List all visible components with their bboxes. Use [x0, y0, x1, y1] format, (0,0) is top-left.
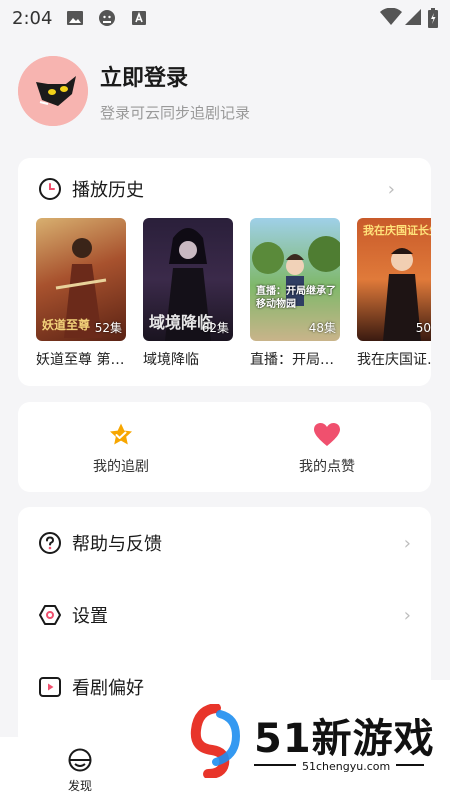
image-notification-icon [66, 9, 84, 27]
menu-item-help-feedback[interactable]: 帮助与反馈 › [38, 523, 411, 563]
poster-title-art: 直播：开局继承了移动物园 [256, 286, 336, 310]
episode-count: 52集 [94, 321, 122, 335]
my-likes-label: 我的点赞 [299, 459, 355, 475]
chevron-right-icon: › [403, 604, 411, 626]
history-item[interactable]: 域境降临 62集 域境降临 [143, 218, 233, 369]
watermark-logo [190, 704, 241, 778]
menu-label: 看剧偏好 [72, 678, 144, 699]
history-item-title: 妖道至尊 第… [36, 352, 125, 368]
poster-title-art: 妖道至尊 [42, 318, 91, 332]
episode-count: 48集 [308, 321, 336, 335]
wifi-icon [380, 7, 402, 26]
discover-icon [68, 748, 92, 772]
star-icon [110, 423, 132, 445]
menu-item-settings[interactable]: 设置 › [38, 595, 411, 635]
my-follows-button[interactable]: 我的追剧 [61, 422, 181, 476]
menu-label: 帮助与反馈 [72, 534, 162, 555]
play-history-list: 妖道至尊 52集 妖道至尊 第… 域境降临 62集 域境降临 直播：开局继承了移… [36, 218, 431, 378]
chevron-right-icon: › [387, 178, 395, 200]
history-item-title: 直播：开局… [250, 352, 334, 368]
history-item[interactable]: 我在庆国证长生 50集 我在庆国证… [357, 218, 431, 369]
drama-poster[interactable]: 域境降临 62集 [143, 218, 233, 341]
drama-poster[interactable]: 妖道至尊 52集 [36, 218, 126, 341]
login-title[interactable]: 立即登录 [100, 60, 250, 92]
history-item-title: 域境降临 [143, 352, 199, 368]
watermark-brand: 51新游戏 [254, 716, 435, 762]
episode-count: 50集 [415, 321, 431, 335]
avatar[interactable] [18, 56, 88, 126]
history-item-title: 我在庆国证… [357, 352, 431, 368]
settings-hexagon-icon [39, 605, 61, 625]
play-video-icon [39, 677, 61, 697]
my-likes-button[interactable]: 我的点赞 [267, 422, 387, 476]
status-time: 2:04 [12, 7, 53, 29]
chevron-right-icon: › [403, 532, 411, 554]
nav-tab-discover[interactable]: 发现 [55, 747, 105, 794]
login-subtitle: 登录可云同步追剧记录 [100, 103, 251, 122]
site-watermark: 51新游戏 51chengyu.com [168, 680, 450, 800]
quick-actions-card: 我的追剧 我的点赞 [18, 402, 431, 492]
play-history-card: 播放历史 › 妖道至尊 52集 妖道至尊 第… 域境降临 62集 域境降临 直播… [18, 158, 431, 386]
help-icon [39, 532, 61, 554]
clock-icon [39, 178, 61, 200]
login-profile-header[interactable]: 立即登录 登录可云同步追剧记录 [18, 56, 250, 126]
cat-avatar-icon [18, 56, 88, 126]
episode-count: 62集 [201, 321, 229, 335]
play-history-header[interactable]: 播放历史 › [38, 176, 411, 202]
android-robot-icon [98, 9, 116, 27]
play-history-title: 播放历史 [72, 180, 144, 201]
nav-label-discover: 发现 [67, 779, 92, 793]
history-item[interactable]: 直播：开局继承了移动物园 48集 直播：开局… [250, 218, 340, 369]
heart-icon [314, 423, 340, 446]
battery-charging-icon [428, 8, 438, 28]
text-notification-icon [130, 9, 148, 27]
my-follows-label: 我的追剧 [93, 459, 149, 475]
drama-poster[interactable]: 直播：开局继承了移动物园 48集 [250, 218, 340, 341]
status-bar: 2:04 [0, 0, 450, 36]
poster-title-art: 我在庆国证长生 [363, 224, 431, 237]
menu-label: 设置 [72, 606, 108, 627]
cellular-signal-icon [404, 8, 422, 26]
drama-poster[interactable]: 我在庆国证长生 50集 [357, 218, 431, 341]
history-item[interactable]: 妖道至尊 52集 妖道至尊 第… [36, 218, 126, 369]
watermark-url: 51chengyu.com [296, 760, 397, 773]
